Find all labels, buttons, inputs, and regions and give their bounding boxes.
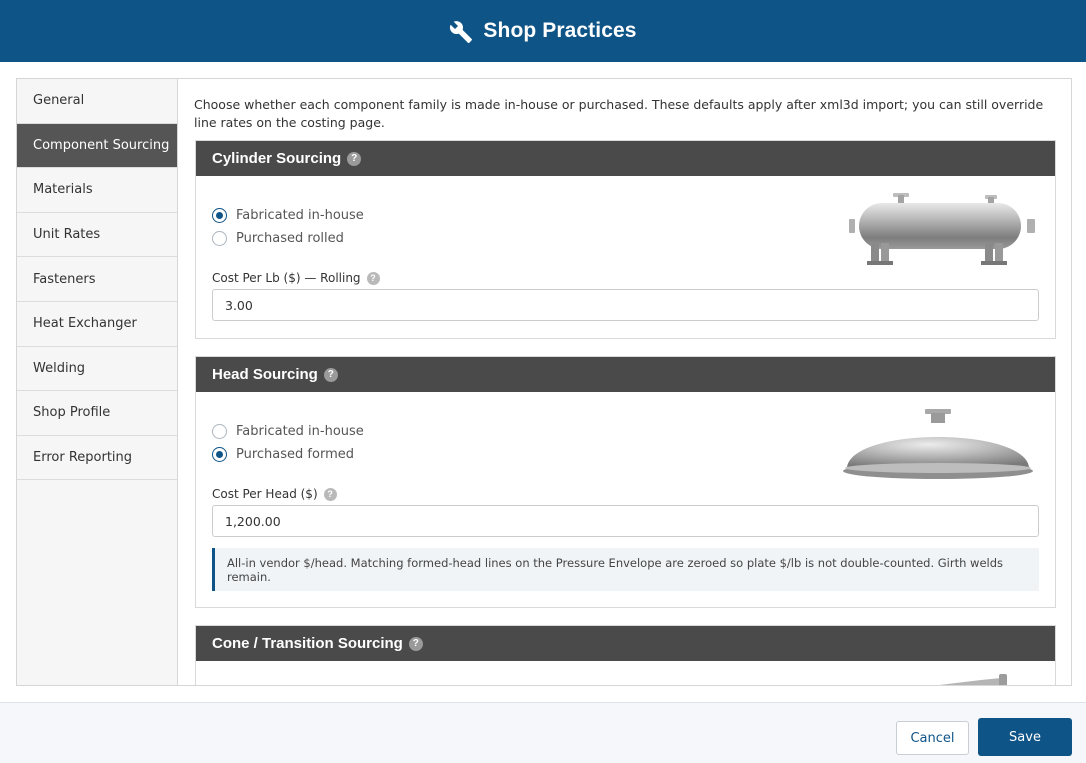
cost-per-lb-label: Cost Per Lb ($) — Rolling ?: [212, 271, 380, 285]
cone-image: [939, 674, 1007, 685]
sidebar-item-component-sourcing[interactable]: Component Sourcing: [17, 123, 177, 169]
sidebar-item-shop-profile[interactable]: Shop Profile: [17, 391, 177, 436]
main-content: Choose whether each component family is …: [179, 79, 1071, 685]
sidebar-item-heat-exchanger[interactable]: Heat Exchanger: [17, 302, 177, 347]
save-button[interactable]: Save: [978, 718, 1072, 756]
radio-label: Purchased rolled: [236, 231, 344, 246]
footer-bar: Cancel Save: [0, 702, 1086, 763]
field-label-text: Cost Per Head ($): [212, 487, 318, 501]
cylinder-sourcing-card: Cylinder Sourcing ? Fabricated in-house …: [195, 140, 1056, 339]
cost-per-head-input[interactable]: [212, 505, 1039, 537]
head-option-fabricated[interactable]: Fabricated in-house: [212, 424, 364, 439]
head-info-note: All-in vendor $/head. Matching formed-he…: [212, 548, 1039, 591]
help-icon[interactable]: ?: [408, 636, 423, 651]
sidebar-item-materials[interactable]: Materials: [17, 168, 177, 213]
formed-head-image: [843, 409, 1033, 479]
radio-button[interactable]: [212, 208, 227, 223]
head-option-purchased[interactable]: Purchased formed: [212, 447, 354, 462]
card-title: Cylinder Sourcing: [212, 150, 342, 167]
cancel-button[interactable]: Cancel: [896, 721, 969, 755]
card-header: Cylinder Sourcing ?: [196, 141, 1055, 176]
intro-text: Choose whether each component family is …: [194, 97, 1044, 130]
cone-sourcing-card: Cone / Transition Sourcing ?: [195, 625, 1056, 685]
sidebar-nav: General Component Sourcing Materials Uni…: [17, 79, 178, 685]
help-icon[interactable]: ?: [347, 151, 362, 166]
head-sourcing-card: Head Sourcing ? Fabricated in-house Purc…: [195, 356, 1056, 608]
radio-label: Purchased formed: [236, 447, 354, 462]
radio-label: Fabricated in-house: [236, 208, 364, 223]
page-title: Shop Practices: [483, 19, 637, 42]
cost-per-head-label: Cost Per Head ($) ?: [212, 487, 337, 501]
card-header: Head Sourcing ?: [196, 357, 1055, 392]
field-label-text: Cost Per Lb ($) — Rolling: [212, 271, 361, 285]
sidebar-item-welding[interactable]: Welding: [17, 347, 177, 392]
radio-button[interactable]: [212, 231, 227, 246]
card-title: Cone / Transition Sourcing: [212, 635, 403, 652]
sidebar-item-error-reporting[interactable]: Error Reporting: [17, 436, 177, 481]
card-title: Head Sourcing: [212, 366, 318, 383]
card-header: Cone / Transition Sourcing ?: [196, 626, 1055, 661]
settings-panel: General Component Sourcing Materials Uni…: [16, 78, 1072, 686]
cost-per-lb-input[interactable]: [212, 289, 1039, 321]
wrench-icon: [450, 21, 473, 43]
cylinder-option-fabricated[interactable]: Fabricated in-house: [212, 208, 364, 223]
radio-button[interactable]: [212, 424, 227, 439]
app-header: Shop Practices: [0, 0, 1086, 62]
radio-button[interactable]: [212, 447, 227, 462]
help-icon[interactable]: ?: [366, 271, 380, 285]
sidebar-item-fasteners[interactable]: Fasteners: [17, 257, 177, 302]
cylinder-vessel-image: [849, 193, 1035, 265]
radio-label: Fabricated in-house: [236, 424, 364, 439]
sidebar-item-general[interactable]: General: [17, 79, 177, 124]
sidebar-item-unit-rates[interactable]: Unit Rates: [17, 213, 177, 258]
help-icon[interactable]: ?: [323, 487, 337, 501]
cylinder-option-purchased[interactable]: Purchased rolled: [212, 231, 344, 246]
help-icon[interactable]: ?: [323, 367, 338, 382]
